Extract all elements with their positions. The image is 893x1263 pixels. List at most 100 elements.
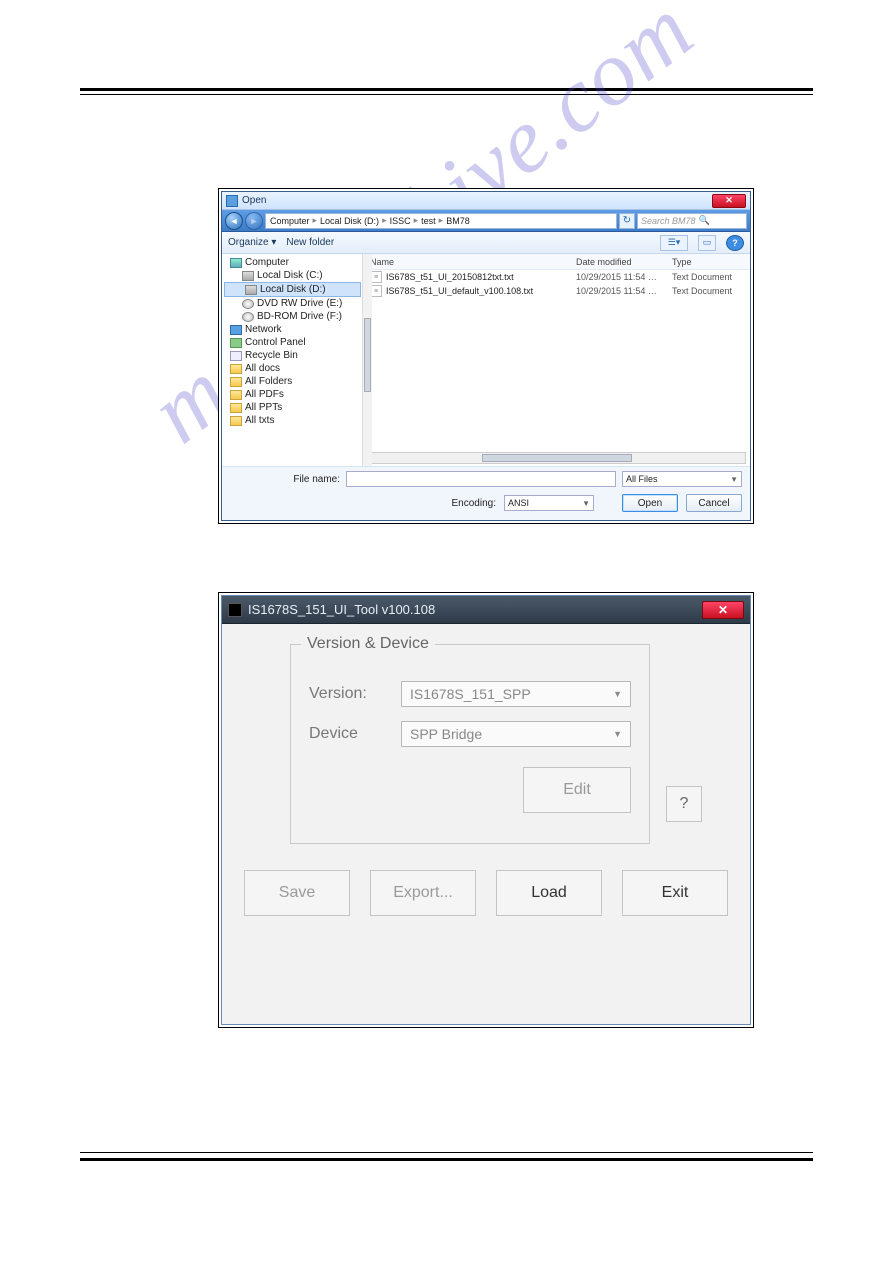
version-combo[interactable]: IS1678S_151_SPP ▼ bbox=[401, 681, 631, 707]
tree-item-label: Local Disk (D:) bbox=[260, 284, 326, 295]
tree-item-label: Local Disk (C:) bbox=[257, 270, 323, 281]
device-value: SPP Bridge bbox=[410, 726, 482, 742]
encoding-label: Encoding: bbox=[452, 498, 496, 509]
breadcrumb-seg[interactable]: BM78 bbox=[446, 216, 470, 226]
exit-button[interactable]: Exit bbox=[622, 870, 728, 916]
file-name: IS678S_t51_UI_20150812txt.txt bbox=[386, 272, 576, 282]
tree-item[interactable]: All PPTs bbox=[222, 401, 363, 414]
tree-item[interactable]: BD-ROM Drive (F:) bbox=[222, 310, 363, 323]
tree-item-label: All txts bbox=[245, 415, 274, 426]
organize-menu[interactable]: Organize ▾ bbox=[228, 237, 276, 248]
tree-item[interactable]: All Folders bbox=[222, 375, 363, 388]
tree-item-label: All PPTs bbox=[245, 402, 282, 413]
tree-item[interactable]: Local Disk (C:) bbox=[222, 269, 363, 282]
tree-item[interactable]: All txts bbox=[222, 414, 363, 427]
tree-item-label: Computer bbox=[245, 257, 289, 268]
tree-item[interactable]: All docs bbox=[222, 362, 363, 375]
tree-item[interactable]: Control Panel bbox=[222, 336, 363, 349]
encoding-value: ANSI bbox=[508, 498, 529, 508]
comp-icon bbox=[230, 258, 242, 268]
device-label: Device bbox=[309, 725, 387, 743]
save-button[interactable]: Save bbox=[244, 870, 350, 916]
folder-tree[interactable]: Computer Local Disk (C:) Local Disk (D:) DV… bbox=[222, 254, 364, 466]
tree-item[interactable]: All PDFs bbox=[222, 388, 363, 401]
tree-item[interactable]: Network bbox=[222, 323, 363, 336]
breadcrumb[interactable]: Computer▸ Local Disk (D:)▸ ISSC▸ test▸ B… bbox=[265, 213, 617, 229]
file-date: 10/29/2015 11:54 … bbox=[576, 272, 672, 282]
edit-button[interactable]: Edit bbox=[523, 767, 631, 813]
version-value: IS1678S_151_SPP bbox=[410, 686, 531, 702]
encoding-combo[interactable]: ANSI ▼ bbox=[504, 495, 594, 511]
app-icon bbox=[228, 603, 242, 617]
open-button[interactable]: Open bbox=[622, 494, 678, 512]
fold-icon bbox=[230, 390, 242, 400]
fold-icon bbox=[230, 364, 242, 374]
tree-item-label: DVD RW Drive (E:) bbox=[257, 298, 342, 309]
window-title: Open bbox=[242, 195, 708, 206]
new-folder-button[interactable]: New folder bbox=[286, 237, 334, 248]
col-type[interactable]: Type bbox=[672, 257, 750, 267]
open-dialog-titlebar: Open ✕ bbox=[222, 192, 750, 210]
fold-icon bbox=[230, 416, 242, 426]
refresh-button[interactable]: ↻ bbox=[619, 213, 635, 229]
cancel-button[interactable]: Cancel bbox=[686, 494, 742, 512]
tree-item-label: BD-ROM Drive (F:) bbox=[257, 311, 342, 322]
disk-icon bbox=[245, 285, 257, 295]
search-icon: 🔍 bbox=[699, 215, 710, 226]
tool-window-title: IS1678S_151_UI_Tool v100.108 bbox=[248, 602, 435, 617]
tree-item-label: All Folders bbox=[245, 376, 292, 387]
toolbar: Organize ▾ New folder ☰▾ ▭ ? bbox=[222, 232, 750, 254]
export-button[interactable]: Export... bbox=[370, 870, 476, 916]
col-date[interactable]: Date modified bbox=[576, 257, 672, 267]
tree-scrollbar[interactable] bbox=[362, 254, 372, 466]
tree-item-label: All PDFs bbox=[245, 389, 284, 400]
disk-icon bbox=[242, 271, 254, 281]
fold-icon bbox=[230, 377, 242, 387]
device-combo[interactable]: SPP Bridge ▼ bbox=[401, 721, 631, 747]
search-input[interactable]: Search BM78 🔍 bbox=[637, 213, 747, 229]
file-type: Text Document bbox=[672, 286, 750, 296]
navigation-bar: ◄ ► Computer▸ Local Disk (D:)▸ ISSC▸ tes… bbox=[222, 210, 750, 232]
breadcrumb-seg[interactable]: ISSC bbox=[390, 216, 411, 226]
file-name: IS678S_t51_UI_default_v100.108.txt bbox=[386, 286, 576, 296]
tree-item[interactable]: Local Disk (D:) bbox=[224, 282, 361, 297]
file-row[interactable]: ≡IS678S_t51_UI_20150812txt.txt10/29/2015… bbox=[364, 270, 750, 284]
column-headers[interactable]: Name Date modified Type bbox=[364, 254, 750, 270]
file-row[interactable]: ≡IS678S_t51_UI_default_v100.108.txt10/29… bbox=[364, 284, 750, 298]
filename-input[interactable] bbox=[346, 471, 616, 487]
tree-item[interactable]: DVD RW Drive (E:) bbox=[222, 297, 363, 310]
filename-label: File name: bbox=[230, 474, 340, 485]
view-mode-button[interactable]: ☰▾ bbox=[660, 235, 688, 251]
forward-button[interactable]: ► bbox=[245, 212, 263, 230]
breadcrumb-seg[interactable]: Computer bbox=[270, 216, 310, 226]
breadcrumb-seg[interactable]: test bbox=[421, 216, 436, 226]
col-name[interactable]: Name bbox=[364, 257, 576, 267]
tree-item[interactable]: Computer bbox=[222, 256, 363, 269]
version-device-group: Version & Device Version: IS1678S_151_SP… bbox=[290, 644, 650, 844]
preview-pane-button[interactable]: ▭ bbox=[698, 235, 716, 251]
group-legend: Version & Device bbox=[301, 635, 435, 653]
tree-item[interactable]: Recycle Bin bbox=[222, 349, 363, 362]
tree-item-label: Recycle Bin bbox=[245, 350, 298, 361]
load-button[interactable]: Load bbox=[496, 870, 602, 916]
chevron-down-icon: ▼ bbox=[582, 499, 590, 508]
close-button[interactable]: ✕ bbox=[702, 601, 744, 619]
file-date: 10/29/2015 11:54 … bbox=[576, 286, 672, 296]
search-placeholder: Search BM78 bbox=[641, 216, 696, 226]
tree-item-label: All docs bbox=[245, 363, 280, 374]
fold-icon bbox=[230, 403, 242, 413]
file-list-pane[interactable]: Name Date modified Type ≡IS678S_t51_UI_2… bbox=[364, 254, 750, 466]
net-icon bbox=[230, 325, 242, 335]
dvd-icon bbox=[242, 312, 254, 322]
close-button[interactable]: ✕ bbox=[712, 194, 746, 208]
open-file-dialog-screenshot: Open ✕ ◄ ► Computer▸ Local Disk (D:)▸ IS… bbox=[218, 188, 754, 524]
breadcrumb-seg[interactable]: Local Disk (D:) bbox=[320, 216, 379, 226]
help-button[interactable]: ? bbox=[666, 786, 702, 822]
bin-icon bbox=[230, 351, 242, 361]
horizontal-scrollbar[interactable] bbox=[368, 452, 746, 464]
dvd-icon bbox=[242, 299, 254, 309]
back-button[interactable]: ◄ bbox=[225, 212, 243, 230]
window-icon bbox=[226, 195, 238, 207]
help-button[interactable]: ? bbox=[726, 235, 744, 251]
file-filter-combo[interactable]: All Files ▼ bbox=[622, 471, 742, 487]
